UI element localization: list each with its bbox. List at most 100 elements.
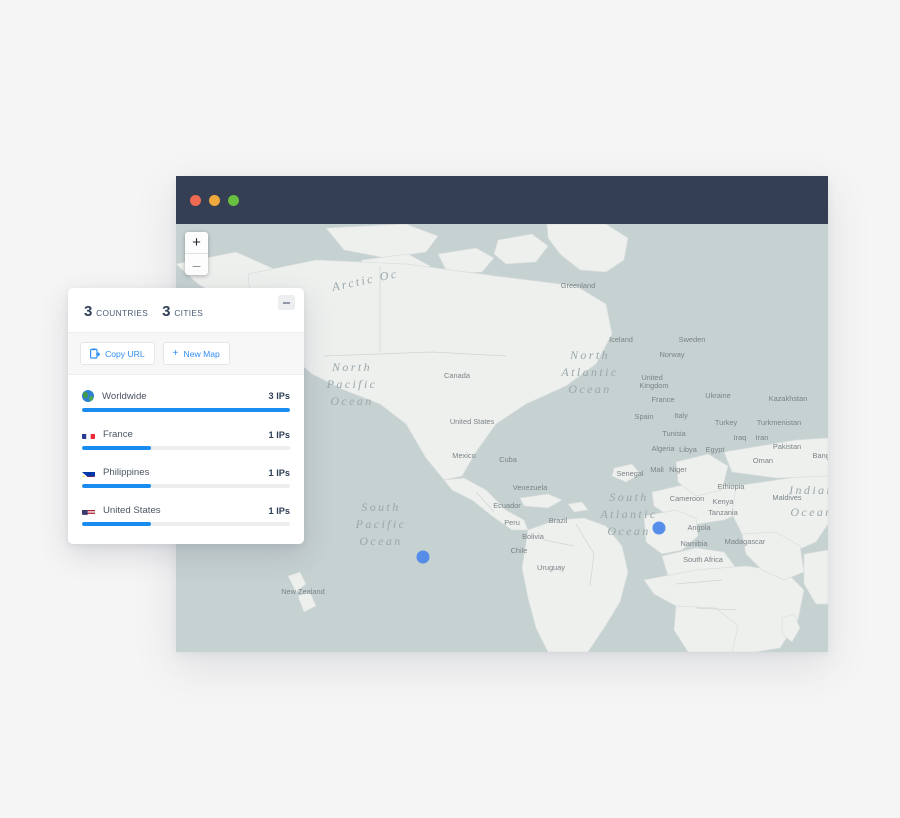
- svg-text:Bolivia: Bolivia: [522, 532, 545, 541]
- svg-text:United States: United States: [450, 417, 495, 426]
- cities-count: 3: [162, 303, 171, 320]
- svg-text:Venezuela: Venezuela: [513, 483, 548, 492]
- svg-text:Angola: Angola: [687, 523, 711, 532]
- list-item-header: Worldwide 3 IPs: [82, 390, 290, 402]
- location-list[interactable]: Worldwide 3 IPs France 1 IPs Philippines…: [68, 375, 304, 544]
- panel-actions: Copy URL + New Map: [68, 332, 304, 375]
- svg-text:Cuba: Cuba: [499, 455, 518, 464]
- svg-text:Ocean: Ocean: [568, 382, 611, 396]
- zoom-in-button[interactable]: +: [185, 232, 208, 253]
- svg-text:Canada: Canada: [444, 371, 471, 380]
- united-states-marker[interactable]: [416, 550, 430, 564]
- countries-stat: 3 Countries: [84, 303, 148, 320]
- window-titlebar: [176, 176, 828, 224]
- flag-united-states-icon: [82, 506, 95, 515]
- summary-stats: 3 Countries 3 Cities: [84, 303, 288, 320]
- svg-text:Chile: Chile: [511, 546, 528, 555]
- svg-text:Mali: Mali: [650, 465, 664, 474]
- copy-url-button[interactable]: Copy URL: [80, 342, 155, 365]
- svg-text:Turkey: Turkey: [715, 418, 738, 427]
- new-map-button[interactable]: + New Map: [162, 342, 230, 365]
- svg-text:Namibia: Namibia: [680, 539, 708, 548]
- list-item-count: 1 IPs: [268, 429, 290, 440]
- svg-text:Iceland: Iceland: [609, 335, 633, 344]
- svg-text:Ocean: Ocean: [790, 505, 828, 519]
- svg-text:Ocean: Ocean: [607, 524, 650, 538]
- flag-philippines-icon: [82, 468, 95, 477]
- list-item-bar: [82, 408, 290, 412]
- svg-text:North: North: [569, 348, 610, 362]
- svg-text:Pacific: Pacific: [355, 517, 407, 531]
- svg-text:Kenya: Kenya: [713, 497, 735, 506]
- list-item-label: Worldwide: [102, 390, 147, 402]
- svg-text:Iran: Iran: [756, 433, 769, 442]
- list-item-left: France: [82, 429, 133, 440]
- svg-text:New Zealand: New Zealand: [281, 587, 325, 596]
- countries-label: Countries: [96, 308, 149, 318]
- list-item-bar: [82, 446, 290, 450]
- globe-icon: [82, 390, 94, 402]
- svg-text:Tunisia: Tunisia: [662, 429, 686, 438]
- list-item-label: France: [103, 429, 133, 440]
- svg-text:Peru: Peru: [504, 518, 520, 527]
- list-item-left: Philippines: [82, 467, 149, 478]
- svg-text:Iraq: Iraq: [734, 433, 747, 442]
- list-item-bar-fill: [82, 484, 151, 488]
- cities-stat: 3 Cities: [162, 303, 203, 320]
- close-button[interactable]: [190, 194, 201, 206]
- svg-text:Indian: Indian: [788, 483, 828, 497]
- list-item[interactable]: United States 1 IPs: [68, 496, 304, 526]
- list-item-left: Worldwide: [82, 390, 147, 402]
- svg-text:Libya: Libya: [679, 445, 698, 454]
- svg-text:Pakistan: Pakistan: [773, 442, 801, 451]
- svg-text:France: France: [651, 395, 674, 404]
- svg-text:Ukraine: Ukraine: [705, 391, 730, 400]
- list-item-header: France 1 IPs: [82, 429, 290, 440]
- svg-text:North: North: [331, 360, 372, 374]
- list-item-count: 1 IPs: [268, 505, 290, 516]
- svg-text:Kazakhstan: Kazakhstan: [769, 394, 808, 403]
- countries-count: 3: [84, 303, 93, 320]
- svg-text:Pacific: Pacific: [326, 377, 378, 391]
- svg-text:Cameroon: Cameroon: [670, 494, 705, 503]
- svg-text:Mexico: Mexico: [452, 451, 475, 460]
- list-item-label: Philippines: [103, 467, 150, 478]
- panel-header: 3 Countries 3 Cities: [68, 288, 304, 332]
- svg-text:South Africa: South Africa: [683, 555, 724, 564]
- clipboard-icon: [90, 348, 100, 359]
- minimize-button[interactable]: [209, 194, 220, 206]
- list-item-left: United States: [82, 505, 161, 516]
- collapse-panel-button[interactable]: [278, 295, 295, 310]
- list-item[interactable]: Philippines 1 IPs: [68, 458, 304, 488]
- plus-icon: +: [172, 347, 179, 359]
- svg-text:Ocean: Ocean: [330, 394, 373, 408]
- svg-text:Egypt: Egypt: [706, 445, 725, 454]
- svg-text:Norway: Norway: [659, 350, 684, 359]
- list-item-bar: [82, 522, 290, 526]
- svg-text:Ecuador: Ecuador: [493, 501, 521, 510]
- svg-text:Atlantic: Atlantic: [560, 365, 618, 379]
- svg-text:Kingdom: Kingdom: [639, 381, 668, 390]
- france-marker[interactable]: [652, 521, 666, 535]
- list-item[interactable]: Worldwide 3 IPs: [68, 381, 304, 412]
- maximize-button[interactable]: [228, 194, 239, 206]
- svg-text:Brazil: Brazil: [549, 516, 568, 525]
- list-item[interactable]: France 1 IPs: [68, 420, 304, 450]
- list-item-bar-fill: [82, 446, 151, 450]
- copy-url-label: Copy URL: [105, 348, 145, 359]
- zoom-out-button[interactable]: –: [185, 253, 208, 275]
- svg-text:Senegal: Senegal: [616, 469, 643, 478]
- svg-text:Oman: Oman: [753, 456, 773, 465]
- list-item-count: 1 IPs: [268, 467, 290, 478]
- stats-panel: 3 Countries 3 Cities Copy URL +: [68, 288, 304, 544]
- list-item-header: United States 1 IPs: [82, 505, 290, 516]
- map-zoom-controls[interactable]: + –: [185, 232, 208, 275]
- svg-text:South: South: [361, 500, 400, 514]
- svg-text:Sweden: Sweden: [679, 335, 706, 344]
- svg-text:Ocean: Ocean: [359, 534, 402, 548]
- svg-text:Algeria: Algeria: [651, 444, 675, 453]
- svg-text:South: South: [609, 490, 648, 504]
- svg-text:Bangl: Bangl: [813, 451, 828, 460]
- list-item-bar-fill: [82, 522, 151, 526]
- svg-text:Turkmenistan: Turkmenistan: [757, 418, 802, 427]
